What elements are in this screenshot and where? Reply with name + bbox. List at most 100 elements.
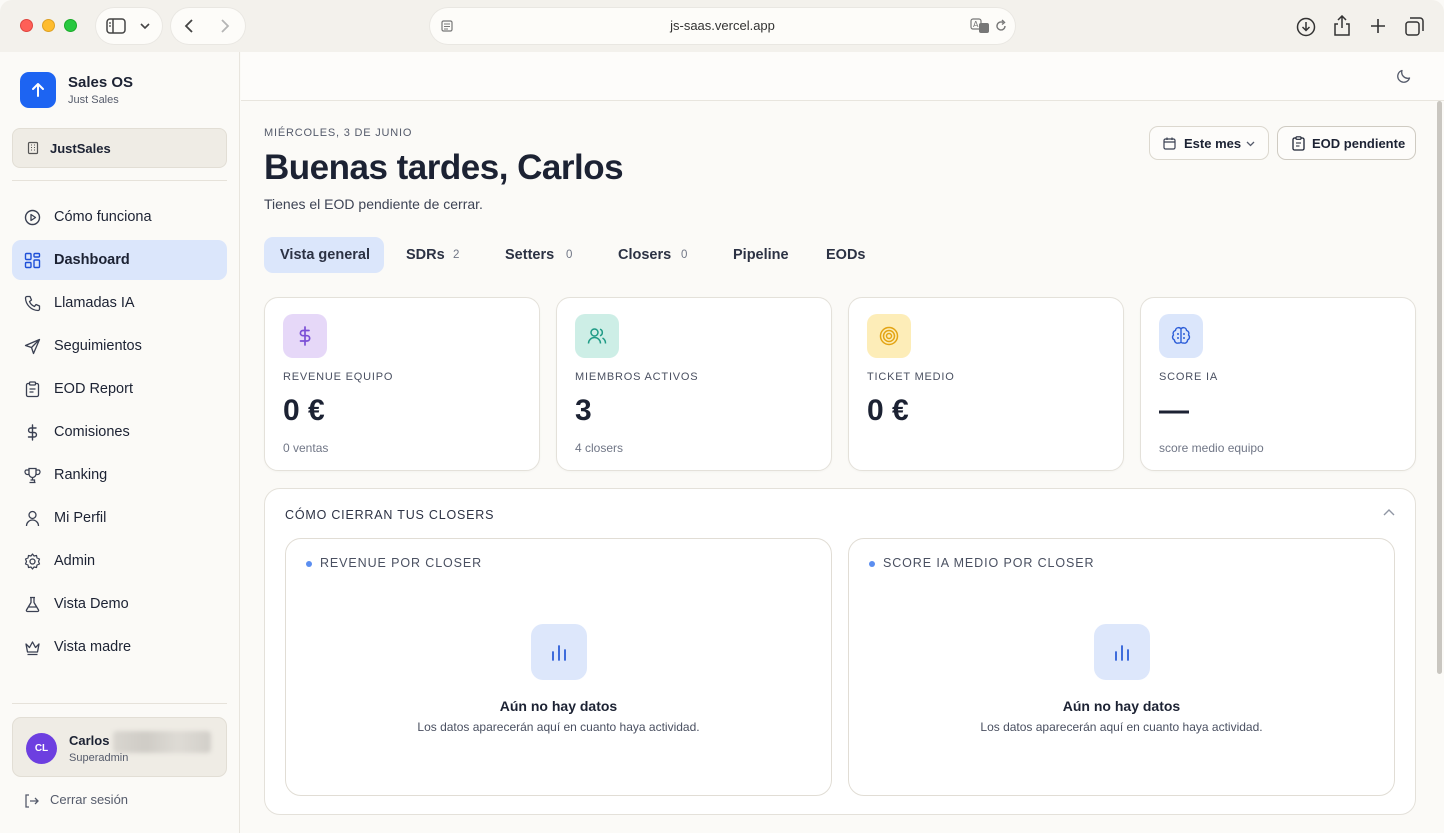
sidebar-item-label: EOD Report <box>54 381 133 397</box>
period-select[interactable]: Este mes <box>1149 126 1269 160</box>
clipboard-icon <box>1292 136 1305 151</box>
sidebar-item-label: Vista Demo <box>54 596 129 612</box>
empty-state-title: Aún no hay datos <box>1062 698 1181 714</box>
tab-label: Setters <box>505 247 555 263</box>
tab-closers[interactable]: Closers 0 <box>604 237 704 273</box>
building-icon <box>27 141 39 155</box>
browser-sidebar-toggle[interactable] <box>96 8 162 44</box>
arrow-up-icon <box>32 83 44 97</box>
svg-text:A: A <box>973 20 979 29</box>
sidebar-item-llamadas-ia[interactable]: Llamadas IA <box>12 283 227 323</box>
section-title: CÓMO CIERRAN TUS CLOSERS <box>285 508 495 522</box>
sidebar-item-label: Dashboard <box>54 252 130 268</box>
empty-state-icon-bg <box>1094 624 1150 680</box>
eod-pending-label: EOD pendiente <box>1312 136 1406 151</box>
top-bar <box>241 52 1444 101</box>
sidebar-divider <box>12 703 227 704</box>
stat-card-revenue: REVENUE EQUIPO 0 € 0 ventas <box>264 297 540 471</box>
sidebar-item-admin[interactable]: Admin <box>12 541 227 581</box>
logout-label: Cerrar sesión <box>50 792 129 807</box>
empty-state-icon-bg <box>531 624 587 680</box>
stat-card-ticket: TICKET MEDIO 0 € <box>848 297 1124 471</box>
eod-pending-button[interactable]: EOD pendiente <box>1277 126 1416 160</box>
chevron-down-icon <box>140 23 150 30</box>
back-arrow-icon[interactable] <box>183 18 195 34</box>
card-icon-bg <box>867 314 911 358</box>
sidebar-item-vista-demo[interactable]: Vista Demo <box>12 584 227 624</box>
play-circle-icon <box>24 209 41 226</box>
tab-count: 0 <box>681 249 688 261</box>
scrollbar[interactable] <box>1437 101 1442 674</box>
period-select-label: Este mes <box>1184 136 1242 151</box>
sidebar-item-label: Ranking <box>54 467 108 483</box>
tab-count: 0 <box>566 249 573 261</box>
panel-dot <box>869 561 875 567</box>
sidebar-item-vista-madre[interactable]: Vista madre <box>12 627 227 667</box>
address-bar[interactable]: js-saas.vercel.app A <box>430 8 1015 44</box>
tab-count: 2 <box>453 249 460 261</box>
panel-title: REVENUE POR CLOSER <box>320 556 483 570</box>
brand-subtitle: Just Sales <box>68 94 119 106</box>
sidebar-divider <box>12 180 227 181</box>
chevron-up-icon[interactable] <box>1383 508 1395 518</box>
sidebar: Sales OS Just Sales JustSales Cómo funci… <box>0 52 240 833</box>
reload-icon[interactable] <box>994 19 1008 33</box>
avatar: CL <box>26 733 57 764</box>
sidebar-item-seguimientos[interactable]: Seguimientos <box>12 326 227 366</box>
sidebar-item-ranking[interactable]: Ranking <box>12 455 227 495</box>
workspace-selector[interactable]: JustSales <box>12 128 227 168</box>
tab-overview-icon[interactable] <box>1405 17 1424 36</box>
close-window-button[interactable] <box>20 19 33 32</box>
tab-vista-general[interactable]: Vista general <box>264 237 384 273</box>
maximize-window-button[interactable] <box>64 19 77 32</box>
stat-card-members: MIEMBROS ACTIVOS 3 4 closers <box>556 297 832 471</box>
tab-setters[interactable]: Setters 0 <box>491 237 591 273</box>
sidebar-item-label: Llamadas IA <box>54 295 135 311</box>
date-label: MIÉRCOLES, 3 DE JUNIO <box>264 127 413 139</box>
user-role: Superadmin <box>69 752 129 764</box>
tab-pipeline[interactable]: Pipeline <box>719 237 803 273</box>
translate-icon[interactable]: A <box>970 18 990 34</box>
sidebar-item-mi-perfil[interactable]: Mi Perfil <box>12 498 227 538</box>
panel-dot <box>306 561 312 567</box>
dollar-icon <box>27 424 38 441</box>
user-name: Carlos <box>69 733 110 748</box>
moon-icon[interactable] <box>1396 68 1412 84</box>
sidebar-item-label: Admin <box>54 553 96 569</box>
chevron-down-icon <box>1246 141 1255 147</box>
sidebar-item-eod-report[interactable]: EOD Report <box>12 369 227 409</box>
stat-label: SCORE IA <box>1159 371 1218 383</box>
new-tab-icon[interactable] <box>1370 18 1386 34</box>
brain-icon <box>1171 326 1191 344</box>
tab-eods[interactable]: EODs <box>812 237 876 273</box>
clipboard-icon <box>25 381 40 398</box>
browser-nav-buttons <box>171 8 245 44</box>
users-icon <box>587 328 607 344</box>
stat-sub: score medio equipo <box>1159 441 1264 455</box>
workspace-label: JustSales <box>50 141 111 156</box>
stat-label: TICKET MEDIO <box>867 371 955 383</box>
layout-grid-icon <box>24 252 41 269</box>
sidebar-item-comisiones[interactable]: Comisiones <box>12 412 227 452</box>
panel-title: SCORE IA MEDIO POR CLOSER <box>883 556 1095 570</box>
card-icon-bg <box>283 314 327 358</box>
url-text: js-saas.vercel.app <box>670 18 775 33</box>
redacted-surname <box>113 731 211 753</box>
brand-logo[interactable] <box>20 72 56 108</box>
stat-label: REVENUE EQUIPO <box>283 371 394 383</box>
tab-label: SDRs <box>406 247 445 263</box>
bar-chart-icon <box>552 645 566 661</box>
brand-name: Sales OS <box>68 74 134 91</box>
sidebar-item-como-funciona[interactable]: Cómo funciona <box>12 197 227 237</box>
stat-value: 0 € <box>283 394 325 427</box>
share-icon[interactable] <box>1333 15 1351 37</box>
user-card[interactable]: CL Carlos Superadmin <box>12 717 227 777</box>
user-icon <box>25 510 40 527</box>
minimize-window-button[interactable] <box>42 19 55 32</box>
tab-sdrs[interactable]: SDRs 2 <box>392 237 478 273</box>
download-icon[interactable] <box>1296 17 1316 37</box>
sidebar-item-dashboard[interactable]: Dashboard <box>12 240 227 280</box>
stat-value: — <box>1159 394 1189 427</box>
stat-value: 0 € <box>867 394 909 427</box>
forward-arrow-icon[interactable] <box>219 18 231 34</box>
